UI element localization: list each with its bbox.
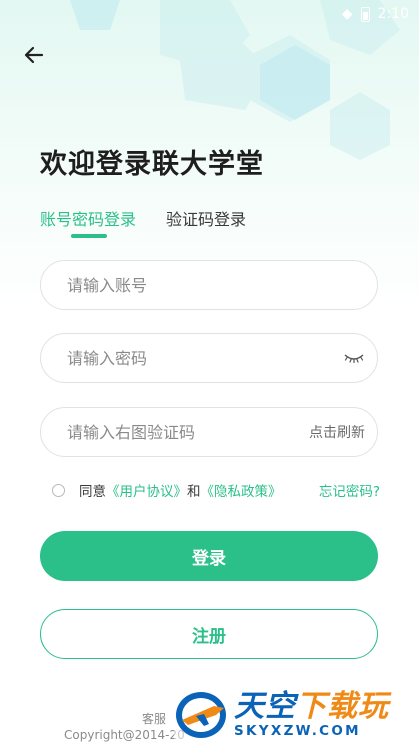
login-button[interactable]: 登录 [40, 531, 378, 581]
account-field [40, 260, 378, 310]
agreement-conjunction: 和 [187, 484, 201, 500]
site-watermark: 天空下载玩 SKYXZW.COM [174, 686, 419, 744]
signal-icon: ◆ [341, 6, 353, 22]
copyright-text: Copyright@2014-20 [64, 728, 185, 742]
eye-closed-icon[interactable] [343, 351, 365, 365]
watermark-url: SKYXZW.COM [234, 722, 361, 739]
status-time: 2:10 [377, 6, 409, 22]
back-arrow-icon [24, 46, 44, 64]
agreement-row: 同意 《用户协议》 和 《隐私政策》 忘记密码? [52, 480, 380, 500]
watermark-cn-blue: 天空 [234, 688, 296, 724]
back-button[interactable] [18, 40, 52, 70]
captcha-input[interactable] [65, 421, 309, 443]
password-field [40, 333, 378, 383]
login-tabs: 账号密码登录 验证码登录 [40, 206, 246, 230]
forgot-password-link[interactable]: 忘记密码? [319, 480, 380, 500]
agreement-prefix: 同意 [79, 484, 106, 500]
captcha-field: 点击刷新 [40, 407, 378, 457]
tab-active-indicator [71, 234, 107, 238]
agreement-checkbox[interactable] [52, 483, 65, 497]
status-bar: ◆ 2:10 [342, 4, 409, 24]
tab-password-login[interactable]: 账号密码登录 [40, 206, 136, 230]
account-input[interactable] [65, 274, 365, 296]
register-button[interactable]: 注册 [40, 609, 378, 659]
customer-service-text: 客服 [142, 712, 167, 726]
user-agreement-link[interactable]: 《用户协议》 [106, 480, 187, 500]
page-title: 欢迎登录联大学堂 [40, 149, 264, 180]
watermark-cn-orange: 下载玩 [296, 688, 389, 724]
captcha-refresh-link[interactable]: 点击刷新 [309, 422, 365, 442]
watermark-logo-icon [176, 692, 226, 738]
privacy-policy-link[interactable]: 《隐私政策》 [201, 480, 282, 500]
battery-icon [360, 6, 370, 22]
tab-code-login[interactable]: 验证码登录 [166, 206, 246, 230]
password-input[interactable] [65, 347, 343, 369]
